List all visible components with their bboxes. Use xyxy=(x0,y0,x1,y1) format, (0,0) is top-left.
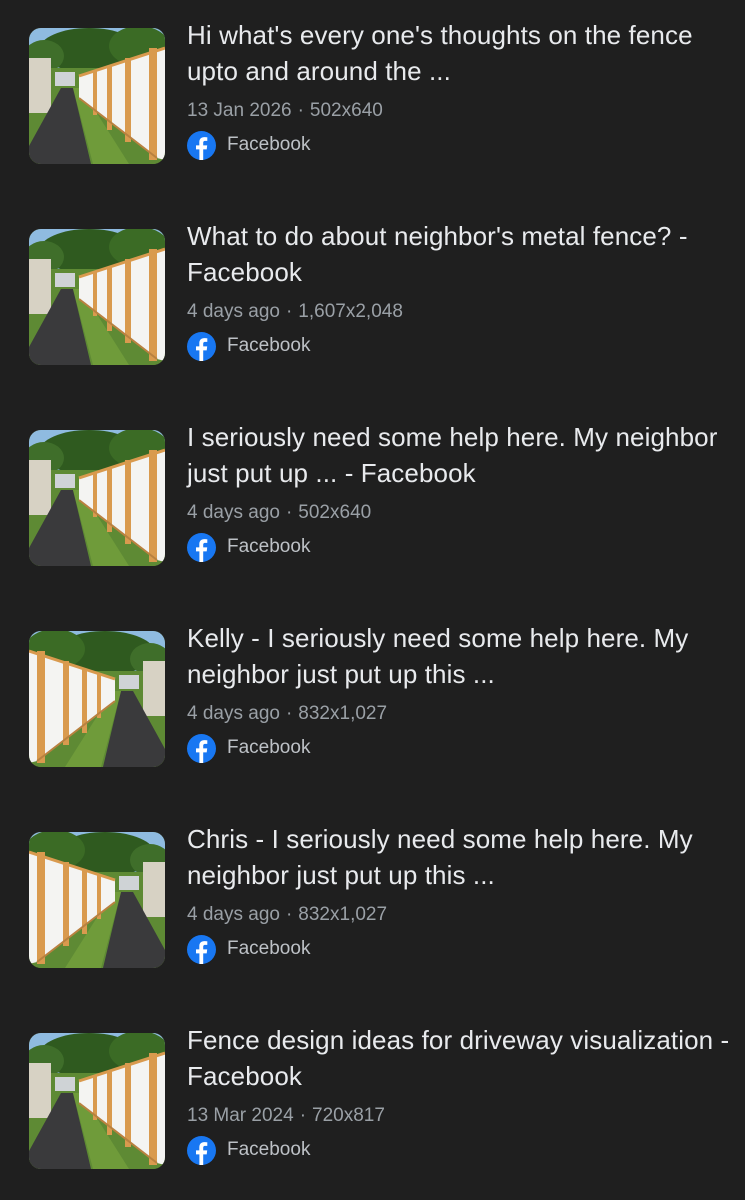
result-date: 4 days ago xyxy=(187,904,280,925)
fence-driveway-image xyxy=(29,229,165,365)
result-thumbnail[interactable] xyxy=(29,631,165,767)
result-date: 4 days ago xyxy=(187,703,280,724)
result-meta: 13 Jan 2026 · 502x640 xyxy=(187,98,383,124)
result-source[interactable]: Facebook xyxy=(187,934,310,964)
source-name: Facebook xyxy=(227,938,311,959)
facebook-icon xyxy=(187,1135,216,1165)
result-item[interactable]: I seriously need some help here. My neig… xyxy=(0,402,745,582)
source-name: Facebook xyxy=(227,737,311,758)
result-dimensions: 1,607x2,048 xyxy=(298,301,403,322)
result-source[interactable]: Facebook xyxy=(187,1135,310,1165)
result-title[interactable]: Chris - I seriously need some help here.… xyxy=(187,821,732,893)
source-name: Facebook xyxy=(227,134,311,155)
image-results-list: Hi what's every one's thoughts on the fe… xyxy=(0,0,745,1200)
result-date: 4 days ago xyxy=(187,502,280,523)
result-thumbnail[interactable] xyxy=(29,229,165,365)
result-dimensions: 832x1,027 xyxy=(298,904,388,925)
meta-separator: · xyxy=(285,703,293,724)
meta-separator: · xyxy=(285,502,293,523)
fence-driveway-image xyxy=(29,631,165,767)
result-item[interactable]: Fence design ideas for driveway visualiz… xyxy=(0,1005,745,1185)
result-thumbnail[interactable] xyxy=(29,832,165,968)
fence-driveway-image xyxy=(29,832,165,968)
source-name: Facebook xyxy=(227,536,311,557)
result-title[interactable]: Fence design ideas for driveway visualiz… xyxy=(187,1022,732,1094)
result-source[interactable]: Facebook xyxy=(187,331,310,361)
fence-driveway-image xyxy=(29,430,165,566)
result-source[interactable]: Facebook xyxy=(187,130,310,160)
result-meta: 4 days ago · 832x1,027 xyxy=(187,902,387,928)
facebook-icon xyxy=(187,130,216,160)
result-item[interactable]: Hi what's every one's thoughts on the fe… xyxy=(0,0,745,180)
result-title[interactable]: Hi what's every one's thoughts on the fe… xyxy=(187,17,732,89)
result-title[interactable]: What to do about neighbor's metal fence?… xyxy=(187,218,732,290)
meta-separator: · xyxy=(297,100,304,121)
facebook-icon xyxy=(187,934,216,964)
result-item[interactable]: Chris - I seriously need some help here.… xyxy=(0,804,745,984)
result-item[interactable]: What to do about neighbor's metal fence?… xyxy=(0,201,745,381)
result-item[interactable]: Kelly - I seriously need some help here.… xyxy=(0,603,745,783)
result-thumbnail[interactable] xyxy=(29,28,165,164)
result-thumbnail[interactable] xyxy=(29,1033,165,1169)
result-meta: 4 days ago · 502x640 xyxy=(187,500,371,526)
fence-driveway-image xyxy=(29,28,165,164)
fence-driveway-image xyxy=(29,1033,165,1169)
meta-separator: · xyxy=(299,1105,307,1126)
result-meta: 13 Mar 2024 · 720x817 xyxy=(187,1103,385,1129)
result-meta: 4 days ago · 1,607x2,048 xyxy=(187,299,403,325)
facebook-icon xyxy=(187,733,216,763)
result-title[interactable]: Kelly - I seriously need some help here.… xyxy=(187,620,732,692)
facebook-icon xyxy=(187,532,216,562)
result-dimensions: 720x817 xyxy=(312,1105,385,1126)
facebook-icon xyxy=(187,331,216,361)
result-source[interactable]: Facebook xyxy=(187,733,310,763)
result-date: 13 Mar 2024 xyxy=(187,1105,294,1126)
result-meta: 4 days ago · 832x1,027 xyxy=(187,701,387,727)
result-thumbnail[interactable] xyxy=(29,430,165,566)
result-date: 13 Jan 2026 xyxy=(187,100,292,121)
meta-separator: · xyxy=(285,301,293,322)
result-date: 4 days ago xyxy=(187,301,280,322)
result-dimensions: 502x640 xyxy=(309,100,383,121)
source-name: Facebook xyxy=(227,1139,311,1160)
result-title[interactable]: I seriously need some help here. My neig… xyxy=(187,419,732,491)
result-source[interactable]: Facebook xyxy=(187,532,310,562)
source-name: Facebook xyxy=(227,335,311,356)
result-dimensions: 832x1,027 xyxy=(298,703,388,724)
meta-separator: · xyxy=(285,904,293,925)
result-dimensions: 502x640 xyxy=(298,502,372,523)
